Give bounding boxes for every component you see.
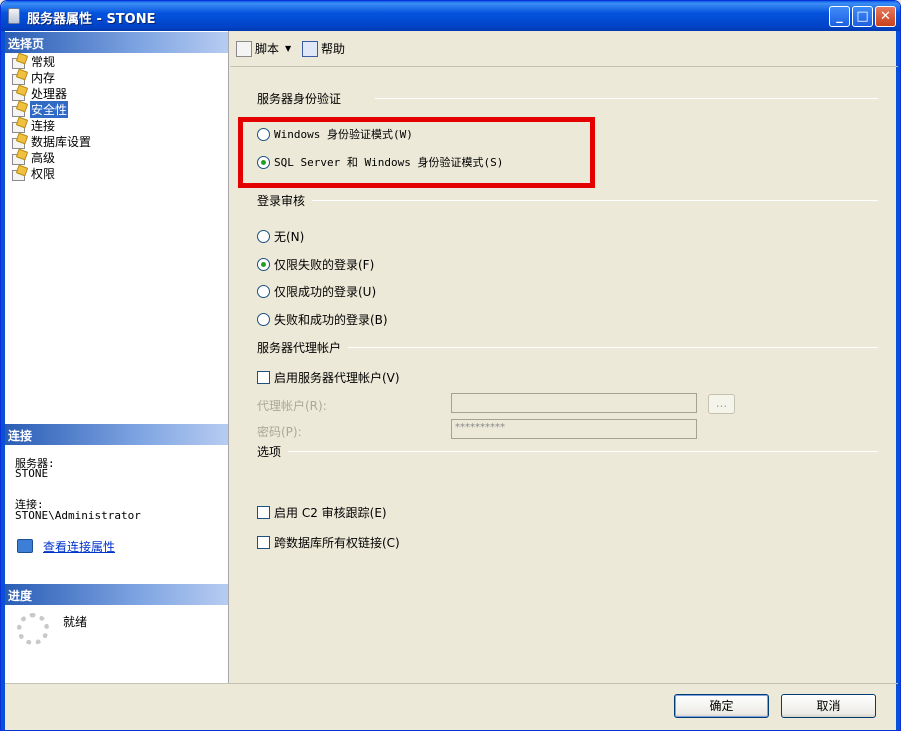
right-panel: 脚本 ▼ 帮助 服务器身份验证 Windows 身份验证模式(W) SQL Se… bbox=[230, 31, 898, 683]
page-icon bbox=[11, 54, 27, 69]
cross-db-chaining-checkbox[interactable]: 跨数据库所有权链接(C) bbox=[257, 534, 400, 551]
checkbox-icon bbox=[257, 506, 270, 519]
connection-value: STONE\Administrator bbox=[15, 509, 141, 522]
enable-proxy-checkbox[interactable]: 启用服务器代理帐户(V) bbox=[257, 369, 400, 386]
connection-properties-icon bbox=[17, 539, 33, 553]
server-properties-dialog: 服务器属性 - STONE _ □ ✕ 选择页 常规 内存 处理器 安全性 连接 bbox=[0, 0, 901, 731]
checkbox-icon bbox=[257, 536, 270, 549]
cancel-button[interactable]: 取消 bbox=[781, 694, 876, 718]
audit-success-radio[interactable]: 仅限成功的登录(U) bbox=[257, 283, 376, 300]
connection-header: 连接 bbox=[5, 424, 228, 445]
page-icon bbox=[11, 134, 27, 149]
toolbar: 脚本 ▼ 帮助 bbox=[230, 31, 898, 67]
password-input[interactable]: ********** bbox=[451, 419, 697, 439]
nav-item-security[interactable]: 安全性 bbox=[11, 100, 69, 118]
ok-button[interactable]: 确定 bbox=[674, 694, 769, 718]
nav-item-label: 数据库设置 bbox=[31, 134, 92, 149]
nav-item-advanced[interactable]: 高级 bbox=[11, 149, 56, 165]
group-divider bbox=[288, 451, 878, 452]
progress-header: 进度 bbox=[5, 584, 228, 605]
page-icon bbox=[11, 86, 27, 101]
title-bar[interactable]: 服务器属性 - STONE _ □ ✕ bbox=[1, 1, 900, 31]
nav-item-label: 连接 bbox=[31, 118, 56, 133]
nav-item-processor[interactable]: 处理器 bbox=[11, 85, 68, 101]
maximize-button[interactable]: □ bbox=[852, 6, 873, 27]
left-panel: 选择页 常规 内存 处理器 安全性 连接 数据库设置 高级 权限 连接 服务器:… bbox=[5, 31, 229, 683]
progress-spinner-icon bbox=[17, 613, 49, 645]
nav-item-database-settings[interactable]: 数据库设置 bbox=[11, 133, 92, 149]
help-button[interactable]: 帮助 bbox=[302, 40, 345, 57]
options-title: 选项 bbox=[257, 445, 282, 459]
radio-icon bbox=[257, 313, 270, 326]
server-value: STONE bbox=[15, 467, 49, 480]
audit-none-label: 无(N) bbox=[274, 230, 305, 244]
select-page-header: 选择页 bbox=[5, 32, 228, 53]
audit-failed-radio[interactable]: 仅限失败的登录(F) bbox=[257, 256, 374, 273]
enable-proxy-label: 启用服务器代理帐户(V) bbox=[274, 371, 400, 385]
group-divider bbox=[312, 200, 878, 201]
cross-db-chaining-label: 跨数据库所有权链接(C) bbox=[274, 536, 400, 550]
group-divider bbox=[375, 98, 878, 99]
script-button[interactable]: 脚本 ▼ bbox=[236, 40, 291, 57]
nav-item-general[interactable]: 常规 bbox=[11, 53, 56, 69]
server-auth-title: 服务器身份验证 bbox=[257, 92, 342, 106]
script-label: 脚本 bbox=[255, 42, 280, 56]
audit-both-label: 失败和成功的登录(B) bbox=[274, 313, 388, 327]
audit-both-radio[interactable]: 失败和成功的登录(B) bbox=[257, 311, 388, 328]
nav-item-memory[interactable]: 内存 bbox=[11, 69, 56, 85]
audit-none-radio[interactable]: 无(N) bbox=[257, 228, 304, 245]
nav-item-connections[interactable]: 连接 bbox=[11, 117, 56, 133]
page-icon bbox=[11, 150, 27, 165]
audit-failed-label: 仅限失败的登录(F) bbox=[274, 258, 375, 272]
window-title: 服务器属性 - STONE bbox=[27, 12, 156, 27]
minimize-button[interactable]: _ bbox=[829, 6, 850, 27]
audit-success-label: 仅限成功的登录(U) bbox=[274, 285, 377, 299]
nav-item-label: 处理器 bbox=[31, 86, 68, 101]
progress-status: 就绪 bbox=[63, 615, 88, 629]
proxy-account-title: 服务器代理帐户 bbox=[257, 341, 342, 355]
group-divider bbox=[348, 347, 878, 348]
c2-audit-checkbox[interactable]: 启用 C2 审核跟踪(E) bbox=[257, 504, 387, 521]
nav-item-permissions[interactable]: 权限 bbox=[11, 165, 56, 181]
dropdown-arrow-icon[interactable]: ▼ bbox=[285, 44, 291, 53]
nav-item-label: 内存 bbox=[31, 70, 56, 85]
password-label: 密码(P): bbox=[257, 425, 302, 439]
checkbox-icon bbox=[257, 371, 270, 384]
login-audit-title: 登录审核 bbox=[257, 194, 306, 208]
view-connection-properties-link[interactable]: 查看连接属性 bbox=[43, 538, 115, 555]
script-icon bbox=[236, 40, 252, 57]
nav-item-label: 高级 bbox=[31, 150, 56, 165]
browse-button[interactable]: ... bbox=[708, 394, 735, 414]
nav-item-label: 安全性 bbox=[30, 100, 69, 118]
page-icon bbox=[11, 102, 27, 117]
nav-item-label: 权限 bbox=[31, 166, 56, 181]
c2-audit-label: 启用 C2 审核跟踪(E) bbox=[274, 506, 387, 520]
proxy-account-label: 代理帐户(R): bbox=[257, 399, 327, 413]
document-icon bbox=[8, 8, 20, 24]
help-icon bbox=[302, 40, 318, 57]
close-button[interactable]: ✕ bbox=[875, 6, 896, 27]
help-label: 帮助 bbox=[321, 42, 346, 56]
radio-selected-icon bbox=[257, 258, 270, 271]
page-icon bbox=[11, 70, 27, 85]
radio-icon bbox=[257, 230, 270, 243]
page-icon bbox=[11, 166, 27, 181]
highlight-box bbox=[238, 117, 595, 188]
nav-item-label: 常规 bbox=[31, 54, 56, 69]
proxy-account-input[interactable] bbox=[451, 393, 697, 413]
page-icon bbox=[11, 118, 27, 133]
button-bar: 确定 取消 bbox=[5, 683, 898, 728]
radio-icon bbox=[257, 285, 270, 298]
